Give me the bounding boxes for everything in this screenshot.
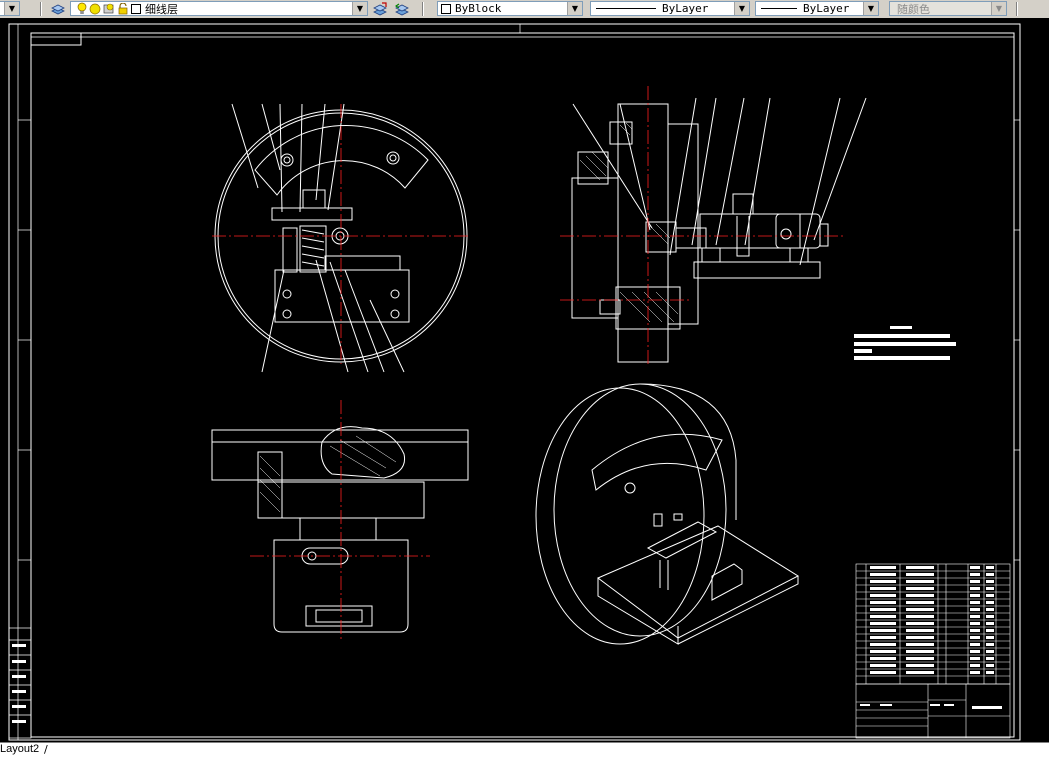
lightbulb-on-icon[interactable]: [77, 2, 87, 15]
linetype-value: ByLayer: [662, 2, 709, 15]
tab-divider: /: [44, 743, 48, 756]
dropdown-arrow-icon: ▼: [352, 2, 367, 15]
plot-style-control-combo-box: 随颜色 ▼: [889, 1, 1007, 16]
layer-color-swatch-icon: [131, 3, 141, 14]
toolbar-separator: [40, 2, 42, 16]
plot-style-value: 随颜色: [897, 2, 930, 16]
top-view: [211, 426, 469, 633]
dropdown-arrow-icon: ▼: [4, 2, 19, 15]
dropdown-arrow-icon: ▼: [567, 2, 582, 15]
layer-manager-icon[interactable]: [51, 2, 65, 16]
drawing-canvas[interactable]: [0, 18, 1049, 742]
previous-combo-box[interactable]: ▼: [0, 1, 20, 16]
lineweight-sample: [761, 8, 797, 9]
toolbar-separator: [422, 2, 424, 16]
cad-drawing: [8, 23, 1021, 741]
linetype-control-combo-box[interactable]: ByLayer ▼: [590, 1, 750, 16]
technical-notes: [854, 326, 956, 360]
linetype-sample: [596, 8, 656, 9]
lineweight-value: ByLayer: [803, 2, 850, 15]
parts-list-text: [860, 566, 1002, 709]
padlock-unlocked-icon[interactable]: [117, 2, 129, 15]
properties-toolbar: ▼ 细线层 ▼ ByBlock ▼ ByLayer ▼ ByLayer ▼ 随颜…: [0, 0, 1049, 19]
hatching-top: [259, 435, 397, 513]
zone-ticks: [17, 24, 1020, 740]
sun-thaw-icon[interactable]: [89, 3, 101, 15]
layout-tab-bar: Layout2 /: [0, 742, 1049, 757]
layer-combo-box[interactable]: 细线层 ▼: [70, 1, 368, 16]
dropdown-arrow-icon: ▼: [863, 2, 878, 15]
side-section-view: [571, 97, 867, 363]
viewport-freeze-icon[interactable]: [103, 3, 115, 15]
color-value: ByBlock: [455, 2, 502, 15]
lineweight-control-combo-box[interactable]: ByLayer ▼: [755, 1, 879, 16]
revision-block-text: [12, 644, 26, 723]
layer-previous-icon[interactable]: [395, 2, 409, 16]
tab-layout2[interactable]: Layout2: [0, 743, 43, 756]
inner-border: [30, 32, 1015, 738]
make-object-layer-current-icon[interactable]: [373, 2, 387, 16]
corner-box: [30, 32, 82, 46]
isometric-view: [535, 383, 800, 645]
outer-border: [8, 23, 1021, 741]
toolbar-separator: [1016, 2, 1018, 16]
color-swatch-icon: [441, 3, 451, 14]
layer-name-value: 细线层: [145, 2, 178, 16]
dropdown-arrow-icon: ▼: [734, 2, 749, 15]
color-control-combo-box[interactable]: ByBlock ▼: [437, 1, 583, 16]
dropdown-arrow-icon: ▼: [991, 2, 1006, 15]
